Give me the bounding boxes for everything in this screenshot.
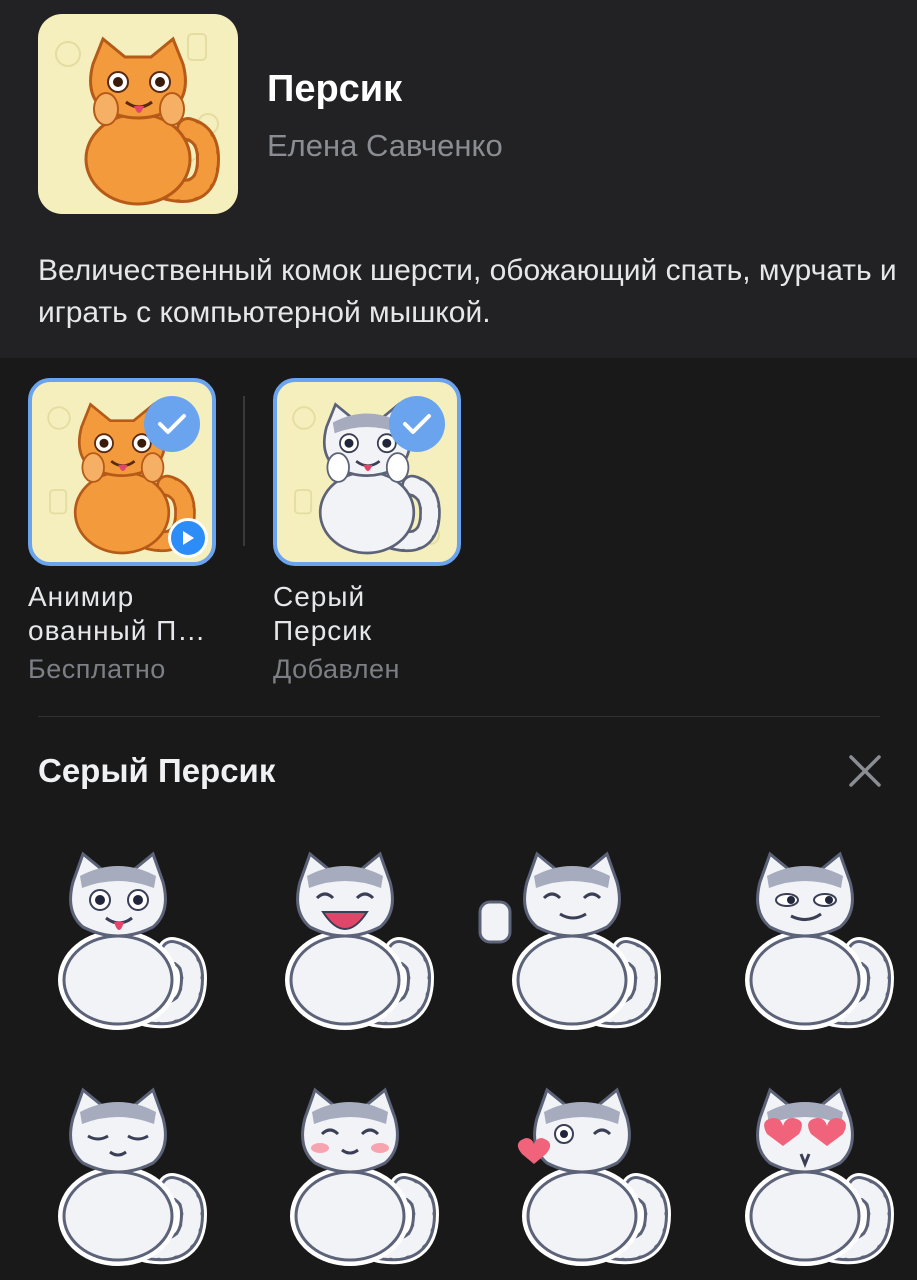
style-name: Серый Персик <box>273 581 373 646</box>
sticker-cat-thumbs-up[interactable] <box>472 832 672 1032</box>
style-card-gray[interactable]: Серый Персик Добавлен <box>273 378 461 685</box>
divider <box>243 396 245 546</box>
pack-title: Персик <box>267 68 403 110</box>
pack-header: Персик Елена Савченко Величественный ком… <box>0 0 917 358</box>
pack-author[interactable]: Елена Савченко <box>267 128 503 164</box>
sticker-cat-tongue[interactable] <box>18 832 218 1032</box>
sticker-cat-calm[interactable] <box>18 1068 218 1268</box>
pack-description: Величественный комок шерсти, обожающий с… <box>38 254 897 329</box>
style-card-animated[interactable]: Анимир ованный П… Бесплатно <box>28 378 216 685</box>
sticker-cat-laugh[interactable] <box>245 832 445 1032</box>
style-thumb-gray[interactable] <box>273 378 461 566</box>
section-divider <box>38 716 880 717</box>
style-status: Бесплатно <box>28 654 166 684</box>
close-icon <box>849 755 881 787</box>
style-name: Анимир ованный П… <box>28 581 207 646</box>
sticker-cat-blush[interactable] <box>250 1068 450 1268</box>
checkmark-icon <box>389 396 445 452</box>
sticker-cat-smirk[interactable] <box>705 832 905 1032</box>
sticker-cat-kiss[interactable] <box>482 1068 682 1268</box>
style-thumb-animated[interactable] <box>28 378 216 566</box>
style-status: Добавлен <box>273 654 400 684</box>
section-title: Серый Персик <box>38 752 276 789</box>
checkmark-icon <box>144 396 200 452</box>
pack-cover-image <box>38 14 238 214</box>
sticker-cat-heart-eyes[interactable] <box>705 1068 905 1268</box>
play-icon <box>168 518 208 558</box>
close-button[interactable] <box>842 748 888 794</box>
